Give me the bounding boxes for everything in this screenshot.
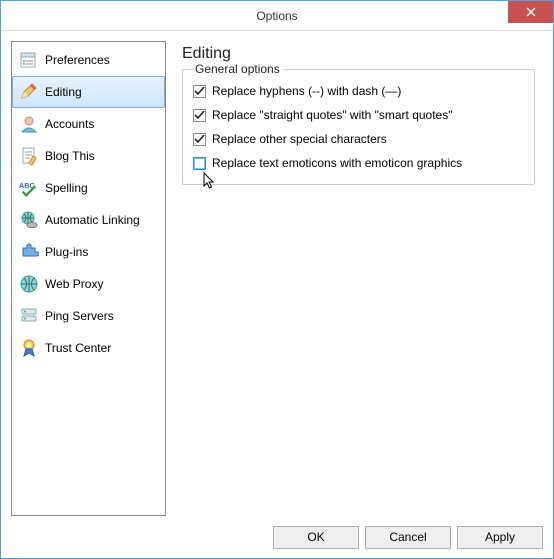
option-replace-hyphens[interactable]: Replace hyphens (--) with dash (—) bbox=[193, 84, 524, 98]
option-label: Replace text emoticons with emoticon gra… bbox=[212, 156, 462, 170]
sidebar-item-label: Preferences bbox=[45, 53, 110, 67]
window-title: Options bbox=[256, 9, 297, 23]
option-replace-special[interactable]: Replace other special characters bbox=[193, 132, 524, 146]
page-heading: Editing bbox=[182, 45, 535, 63]
sidebar-item-accounts[interactable]: Accounts bbox=[12, 108, 165, 140]
option-label: Replace "straight quotes" with "smart qu… bbox=[212, 108, 453, 122]
sidebar-item-preferences[interactable]: Preferences bbox=[12, 44, 165, 76]
sidebar-item-editing[interactable]: Editing bbox=[12, 76, 165, 108]
preferences-icon bbox=[19, 50, 39, 70]
ok-button[interactable]: OK bbox=[273, 526, 359, 549]
sidebar-item-automatic-linking[interactable]: Automatic Linking bbox=[12, 204, 165, 236]
close-button[interactable] bbox=[508, 1, 553, 23]
options-dialog: Options Preferences Editing bbox=[0, 0, 554, 559]
sidebar-item-trust-center[interactable]: Trust Center bbox=[12, 332, 165, 364]
option-replace-emoticons[interactable]: Replace text emoticons with emoticon gra… bbox=[193, 156, 524, 170]
sidebar-item-label: Spelling bbox=[45, 181, 88, 195]
cancel-button[interactable]: Cancel bbox=[365, 526, 451, 549]
cursor-icon bbox=[203, 172, 217, 193]
sidebar-item-plugins[interactable]: Plug-ins bbox=[12, 236, 165, 268]
pencil-icon bbox=[19, 82, 39, 102]
checkbox-icon bbox=[193, 133, 206, 146]
dialog-footer: OK Cancel Apply bbox=[1, 516, 553, 558]
apply-button[interactable]: Apply bbox=[457, 526, 543, 549]
server-icon bbox=[19, 306, 39, 326]
sidebar-item-ping-servers[interactable]: Ping Servers bbox=[12, 300, 165, 332]
checkbox-icon bbox=[193, 85, 206, 98]
general-options-group: General options Replace hyphens (--) wit… bbox=[182, 69, 535, 185]
close-icon bbox=[526, 7, 536, 17]
checkbox-icon bbox=[193, 157, 206, 170]
user-icon bbox=[19, 114, 39, 134]
sidebar-item-label: Trust Center bbox=[45, 341, 111, 355]
title-bar: Options bbox=[1, 1, 553, 31]
dialog-body: Preferences Editing Accounts Blog This bbox=[1, 31, 553, 516]
sidebar-item-label: Plug-ins bbox=[45, 245, 88, 259]
content-panel: Editing General options Replace hyphens … bbox=[174, 41, 543, 516]
globe-link-icon bbox=[19, 210, 39, 230]
category-sidebar: Preferences Editing Accounts Blog This bbox=[11, 41, 166, 516]
sidebar-item-label: Web Proxy bbox=[45, 277, 103, 291]
option-label: Replace other special characters bbox=[212, 132, 387, 146]
sidebar-item-label: Automatic Linking bbox=[45, 213, 140, 227]
sidebar-item-label: Ping Servers bbox=[45, 309, 114, 323]
group-legend: General options bbox=[191, 62, 284, 76]
puzzle-icon bbox=[19, 242, 39, 262]
sidebar-item-label: Accounts bbox=[45, 117, 94, 131]
checkbox-icon bbox=[193, 109, 206, 122]
ribbon-icon bbox=[19, 338, 39, 358]
sidebar-item-label: Blog This bbox=[45, 149, 95, 163]
globe-icon bbox=[19, 274, 39, 294]
spellcheck-icon: ABC bbox=[19, 178, 39, 198]
document-icon bbox=[19, 146, 39, 166]
sidebar-item-web-proxy[interactable]: Web Proxy bbox=[12, 268, 165, 300]
option-label: Replace hyphens (--) with dash (—) bbox=[212, 84, 401, 98]
sidebar-item-spelling[interactable]: ABC Spelling bbox=[12, 172, 165, 204]
option-replace-quotes[interactable]: Replace "straight quotes" with "smart qu… bbox=[193, 108, 524, 122]
sidebar-item-blog-this[interactable]: Blog This bbox=[12, 140, 165, 172]
sidebar-item-label: Editing bbox=[45, 85, 82, 99]
